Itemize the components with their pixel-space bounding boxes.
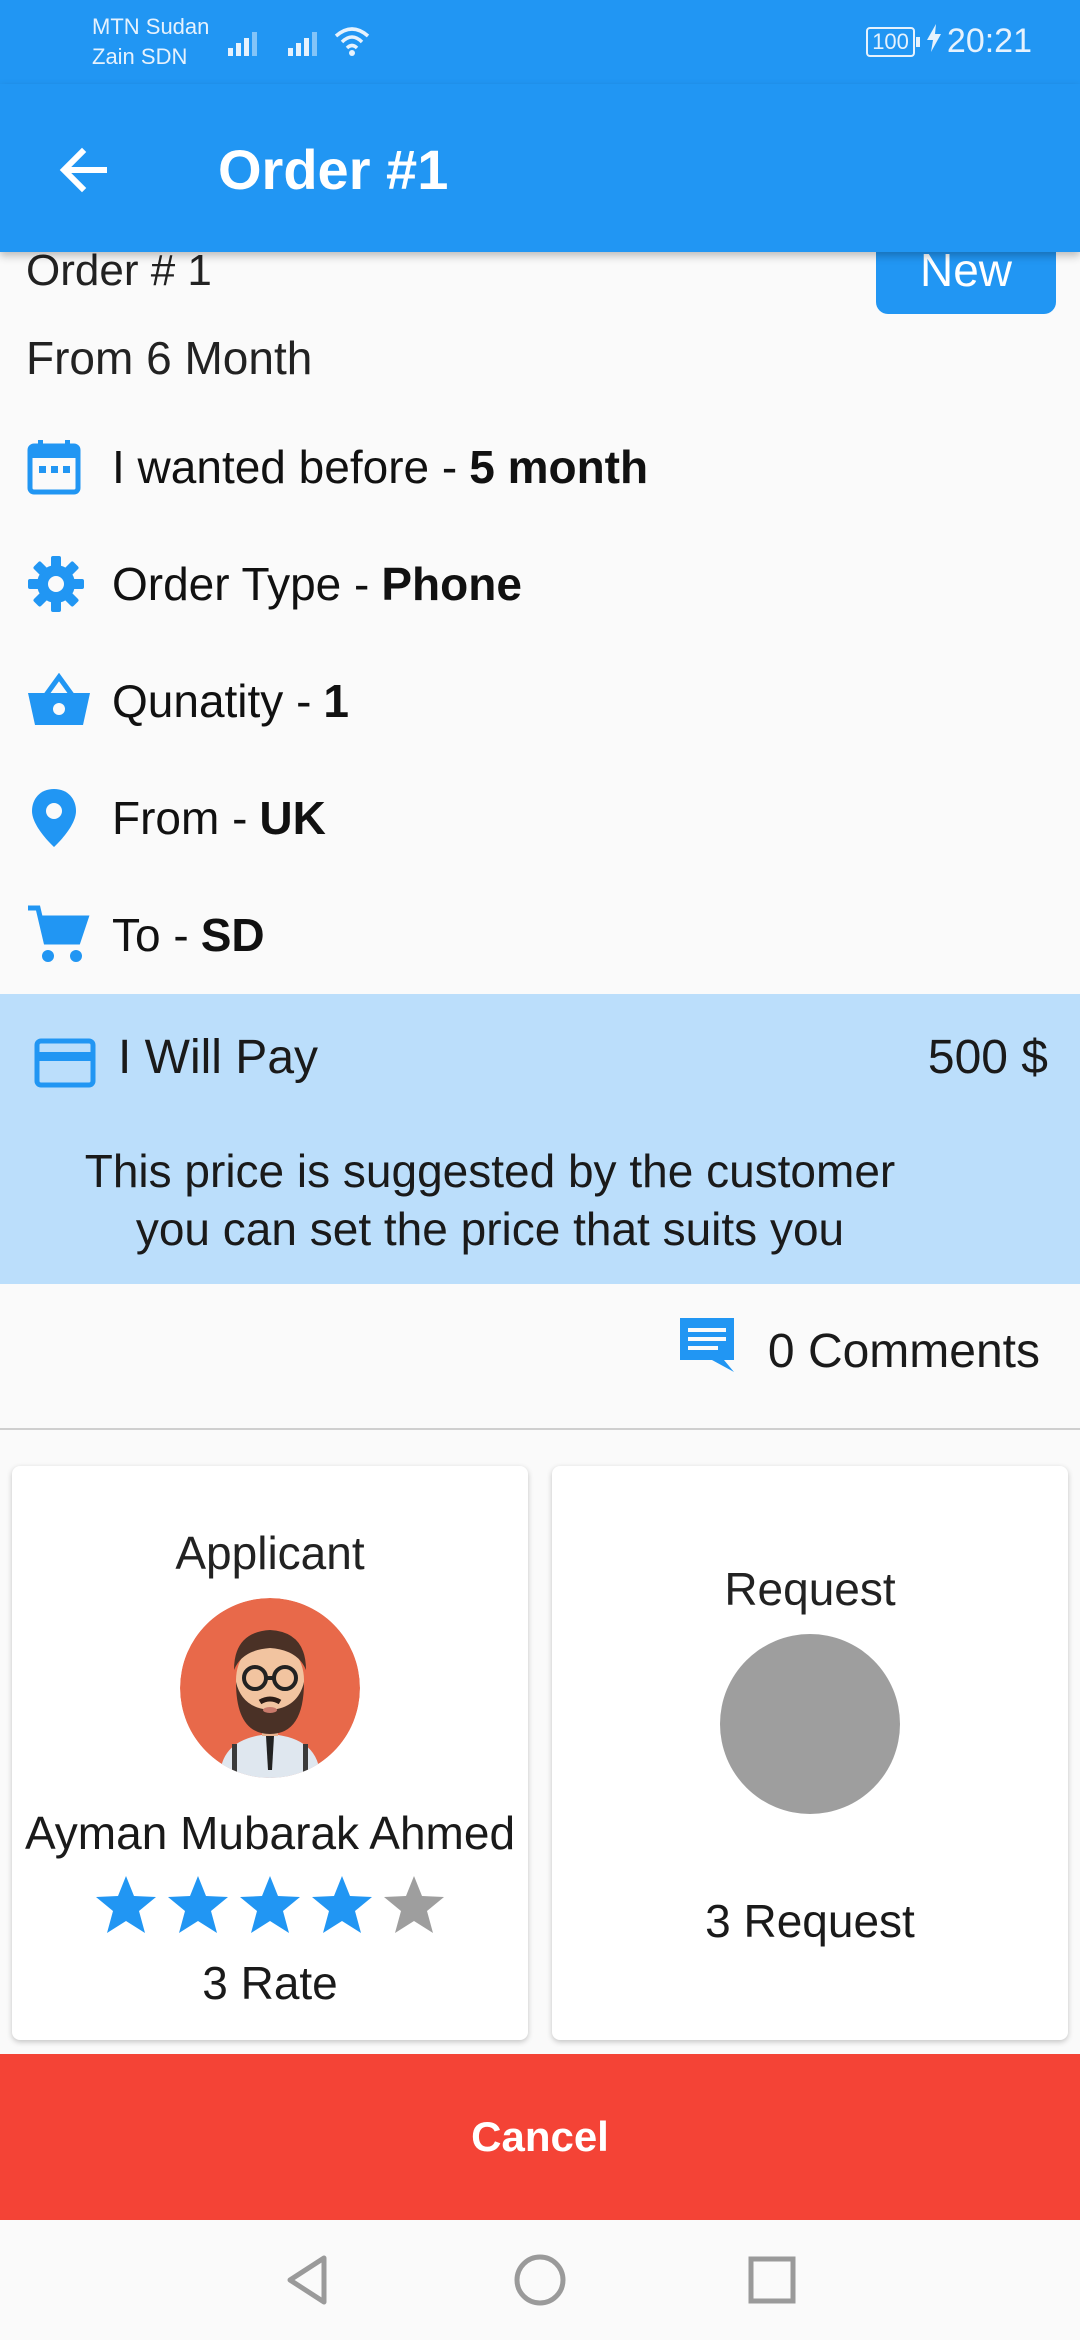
request-count: 3 Request [705, 1895, 915, 1947]
payment-amount: 500 $ [927, 1031, 1048, 1084]
circle-home-icon [514, 2254, 566, 2306]
page-title: Order #1 [218, 138, 449, 201]
nav-back-button[interactable] [278, 2250, 338, 2310]
payment-panel: I Will Pay 500 $ This price is suggested… [0, 994, 1080, 1284]
payment-label: I Will Pay [118, 1031, 319, 1084]
divider [0, 1428, 1080, 1430]
calendar-icon [26, 432, 94, 502]
request-avatar-placeholder [720, 1634, 900, 1814]
nav-recents-button[interactable] [742, 2250, 802, 2310]
info-row-wanted-before: I wanted before - 5 month [26, 432, 648, 502]
info-row-quantity: Qunatity - 1 [26, 666, 349, 736]
order-number: Order # 1 [26, 246, 212, 295]
status-right: 100 20:21 [866, 22, 1032, 61]
comment-icon [676, 1314, 738, 1388]
info-value: UK [259, 792, 326, 844]
star-filled-icon [312, 1876, 372, 1933]
signal-icon [288, 28, 324, 58]
triangle-back-icon [287, 2255, 327, 2305]
avatar [180, 1598, 360, 1778]
comments-button[interactable]: 0 Comments [676, 1314, 1040, 1388]
applicant-name: Ayman Mubarak Ahmed [24, 1807, 516, 1859]
applicant-card[interactable]: Applicant Ayman Mubarak Ahmed 3 Rate [12, 1466, 528, 2040]
carrier-2: Zain SDN [92, 44, 188, 69]
wifi-icon [332, 24, 372, 58]
order-from-duration: From 6 Month [26, 332, 313, 384]
app-bar: Order #1 [0, 84, 1080, 252]
location-pin-icon [26, 783, 94, 853]
battery-icon: 100 [866, 26, 920, 57]
cancel-button[interactable]: Cancel [0, 2054, 1080, 2220]
info-label: Qunatity - [112, 675, 312, 727]
status-bar: MTN Sudan Zain SDN 100 20:21 [0, 0, 1080, 84]
carrier-1: MTN Sudan [92, 14, 210, 39]
star-filled-icon [240, 1876, 300, 1933]
star-filled-icon [168, 1876, 228, 1933]
signal-icon [228, 28, 264, 58]
comments-count: 0 Comments [767, 1324, 1040, 1378]
gear-icon [26, 549, 94, 619]
nav-home-button[interactable] [510, 2250, 570, 2310]
request-title: Request [724, 1563, 896, 1615]
info-label: To - [112, 909, 189, 961]
info-row-from: From - UK [26, 783, 326, 853]
info-value: Phone [381, 558, 522, 610]
info-row-to: To - SD [26, 900, 265, 970]
clock: 20:21 [946, 22, 1032, 60]
battery-level: 100 [872, 28, 909, 54]
back-arrow-icon [59, 147, 107, 193]
basket-icon [26, 666, 94, 736]
star-empty-icon [384, 1876, 444, 1933]
carrier-names: MTN Sudan Zain SDN [92, 12, 209, 72]
payment-note: This price is suggested by the customer … [0, 1142, 1080, 1258]
navigation-bar [0, 2220, 1080, 2340]
square-recents-icon [748, 2256, 796, 2304]
payment-note-line-1: This price is suggested by the customer [84, 1145, 896, 1197]
info-label: From - [112, 792, 248, 844]
cart-icon [26, 900, 94, 970]
info-row-order-type: Order Type - Phone [26, 549, 522, 619]
info-value: 5 month [469, 441, 649, 493]
rating-stars [12, 1874, 528, 1936]
star-filled-icon [96, 1876, 156, 1933]
info-label: I wanted before - [112, 441, 458, 493]
payment-note-line-2: you can set the price that suits you [135, 1203, 845, 1255]
info-label: Order Type - [112, 558, 370, 610]
info-value: 1 [323, 675, 350, 727]
charging-icon [926, 22, 941, 61]
credit-card-icon [34, 1038, 96, 1093]
back-button[interactable] [52, 138, 116, 202]
info-value: SD [200, 909, 265, 961]
request-card[interactable]: Request 3 Request [552, 1466, 1068, 2040]
rate-count: 3 Rate [202, 1957, 338, 2009]
applicant-title: Applicant [175, 1527, 365, 1579]
